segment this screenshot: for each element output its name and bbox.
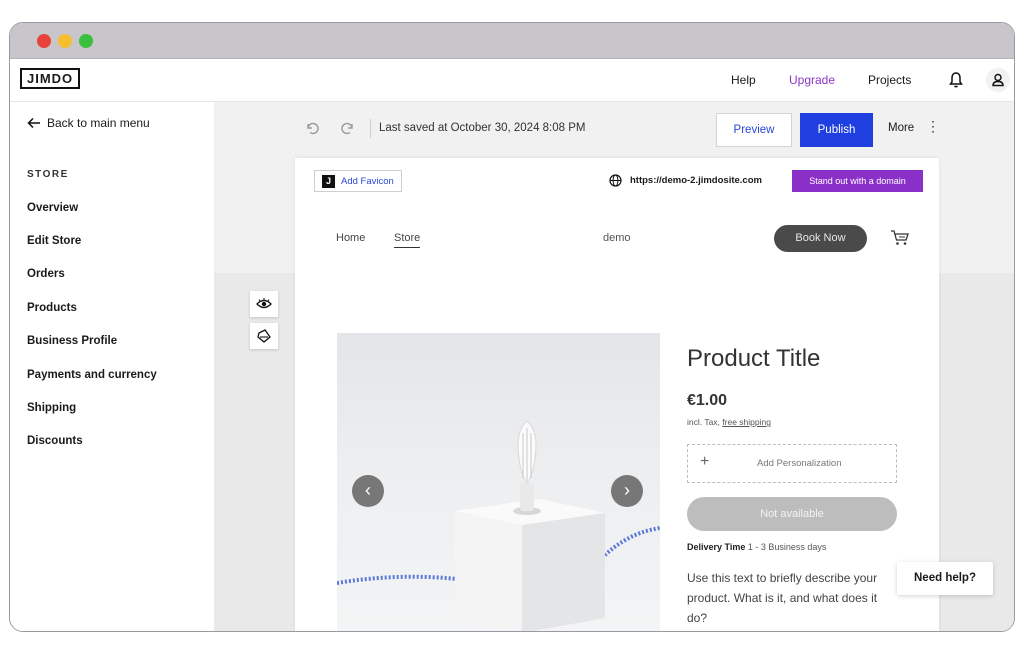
- upgrade-link[interactable]: Upgrade: [789, 59, 835, 102]
- add-personalization-box[interactable]: + Add Personalization: [687, 444, 897, 483]
- cart-icon[interactable]: [890, 229, 910, 247]
- need-help-button[interactable]: Need help?: [897, 562, 993, 595]
- delivery-value: 1 - 3 Business days: [747, 542, 827, 552]
- minimize-window-button[interactable]: [58, 34, 72, 48]
- book-now-button[interactable]: Book Now: [774, 225, 867, 252]
- tax-note: incl. Tax, free shipping: [687, 417, 771, 427]
- add-personalization-label: Add Personalization: [757, 458, 842, 469]
- product-image[interactable]: ‹ ›: [337, 333, 660, 631]
- help-link[interactable]: Help: [731, 59, 756, 102]
- user-icon[interactable]: [986, 68, 1010, 92]
- publish-button[interactable]: Publish: [800, 113, 873, 147]
- delivery-label: Delivery Time: [687, 542, 746, 552]
- image-next-button[interactable]: ›: [611, 475, 643, 507]
- back-label: Back to main menu: [47, 116, 150, 130]
- jimdo-logo[interactable]: JIMDO: [20, 68, 81, 89]
- get-domain-button[interactable]: Stand out with a domain: [792, 170, 923, 192]
- app-topbar: JIMDO Help Upgrade Projects: [10, 59, 1014, 102]
- globe-icon: [609, 174, 622, 187]
- add-favicon-button[interactable]: J Add Favicon: [314, 170, 402, 192]
- product-title[interactable]: Product Title: [687, 345, 820, 373]
- site-url[interactable]: https://demo-2.jimdosite.com: [609, 174, 762, 187]
- bell-icon[interactable]: [948, 71, 964, 89]
- sidebar-item-products[interactable]: Products: [27, 302, 77, 314]
- sidebar-item-discounts[interactable]: Discounts: [27, 435, 83, 447]
- editor-side-tools: [250, 291, 278, 355]
- more-vertical-icon[interactable]: ⋮: [926, 119, 940, 133]
- delivery-time: Delivery Time 1 - 3 Business days: [687, 542, 826, 552]
- not-available-button[interactable]: Not available: [687, 497, 897, 531]
- store-sidebar: Back to main menu STORE Overview Edit St…: [10, 102, 214, 631]
- product-price: €1.00: [687, 392, 728, 409]
- editor-area: Last saved at October 30, 2024 8:08 PM P…: [214, 102, 1014, 631]
- lamp-photo-illustration: [337, 420, 660, 631]
- sidebar-item-edit-store[interactable]: Edit Store: [27, 235, 81, 247]
- back-to-main-menu-link[interactable]: Back to main menu: [27, 116, 150, 130]
- preview-button[interactable]: Preview: [716, 113, 792, 147]
- paint-bucket-icon: [257, 329, 271, 343]
- site-nav-home[interactable]: Home: [336, 232, 365, 244]
- close-window-button[interactable]: [37, 34, 51, 48]
- sidebar-item-business-profile[interactable]: Business Profile: [27, 335, 117, 347]
- redo-icon[interactable]: [340, 120, 356, 136]
- site-nav-store[interactable]: Store: [394, 232, 421, 248]
- toolbar-divider: [370, 119, 371, 138]
- sidebar-item-payments[interactable]: Payments and currency: [27, 369, 157, 381]
- visibility-tool[interactable]: [250, 291, 278, 317]
- last-saved-status: Last saved at October 30, 2024 8:08 PM: [379, 122, 586, 134]
- eye-icon: [256, 298, 272, 309]
- sidebar-item-shipping[interactable]: Shipping: [27, 402, 76, 414]
- product-description[interactable]: Use this text to briefly describe your p…: [687, 568, 897, 628]
- free-shipping-link[interactable]: free shipping: [722, 417, 771, 427]
- arrow-left-icon: [27, 117, 40, 129]
- undo-icon[interactable]: [304, 120, 320, 136]
- store-section-heading: STORE: [27, 169, 69, 180]
- site-preview-canvas: J Add Favicon https://demo-2.jimdosite.c…: [295, 158, 939, 631]
- site-name[interactable]: demo: [603, 232, 631, 244]
- sidebar-item-overview[interactable]: Overview: [27, 202, 78, 214]
- maximize-window-button[interactable]: [79, 34, 93, 48]
- browser-window: JIMDO Help Upgrade Projects Back to main…: [9, 22, 1015, 632]
- design-tool[interactable]: [250, 323, 278, 349]
- tax-prefix: incl. Tax,: [687, 417, 720, 427]
- site-url-text: https://demo-2.jimdosite.com: [630, 175, 762, 186]
- projects-link[interactable]: Projects: [868, 59, 911, 102]
- favicon-letter: J: [322, 174, 335, 188]
- more-button[interactable]: More: [888, 122, 914, 134]
- image-prev-button[interactable]: ‹: [352, 475, 384, 507]
- plus-icon: +: [700, 453, 710, 470]
- window-titlebar: [10, 23, 1014, 59]
- sidebar-item-orders[interactable]: Orders: [27, 268, 65, 280]
- add-favicon-label: Add Favicon: [341, 175, 394, 187]
